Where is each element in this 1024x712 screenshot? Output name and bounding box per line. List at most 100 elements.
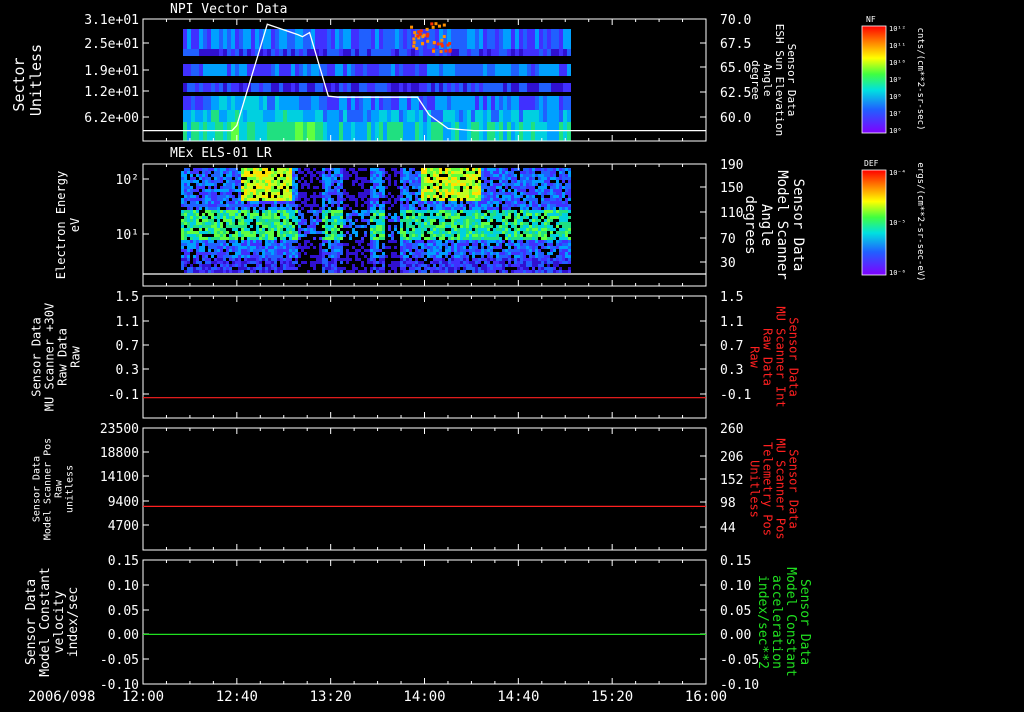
heatmap-cell: [370, 249, 373, 252]
heatmap-cell: [217, 252, 220, 255]
heatmap-cell: [247, 110, 251, 122]
heatmap-cell: [361, 195, 364, 198]
heatmap-cell: [289, 168, 292, 171]
heatmap-cell: [190, 207, 193, 210]
heatmap-cell: [310, 180, 313, 183]
heatmap-cell: [433, 225, 436, 228]
heatmap-cell: [199, 246, 202, 249]
heatmap-cell: [187, 231, 190, 234]
heatmap-cell: [567, 29, 571, 49]
heatmap-cell: [379, 180, 382, 183]
panel-4-ylabel: Sensor DataModel Scanner PosRawunitless: [32, 438, 76, 540]
heatmap-cell: [448, 231, 451, 234]
heatmap-cell: [295, 261, 298, 264]
heatmap-cell: [371, 83, 375, 92]
heatmap-cell: [455, 64, 459, 76]
heatmap-cell: [529, 240, 532, 243]
heatmap-cell: [190, 243, 193, 246]
heatmap-cell: [431, 122, 435, 141]
heatmap-cell: [491, 49, 495, 56]
heatmap-cell: [520, 234, 523, 237]
heatmap-cell: [205, 231, 208, 234]
heatmap-cell: [547, 243, 550, 246]
heatmap-cell: [255, 29, 259, 49]
heatmap-cell: [403, 249, 406, 252]
heatmap-cell: [292, 249, 295, 252]
heatmap-cell: [205, 219, 208, 222]
heatmap-cell: [406, 171, 409, 174]
heatmap-cell: [208, 201, 211, 204]
heatmap-cell: [400, 270, 403, 273]
heatmap-cell: [427, 49, 431, 56]
heatmap-cell: [532, 189, 535, 192]
heatmap-cell: [241, 237, 244, 240]
heatmap-cell: [279, 49, 283, 56]
heatmap-cell: [304, 198, 307, 201]
heatmap-cell: [519, 64, 523, 76]
heatmap-cell: [454, 222, 457, 225]
heatmap-cell: [187, 213, 190, 216]
heatmap-cell: [559, 249, 562, 252]
heatmap-cell: [313, 225, 316, 228]
heatmap-cell: [514, 252, 517, 255]
heatmap-cell: [367, 222, 370, 225]
heatmap-cell: [484, 186, 487, 189]
heatmap-cell: [491, 96, 495, 110]
panel-2-right-ticks: 1901501107030: [700, 158, 743, 271]
heatmap-cell: [529, 183, 532, 186]
heatmap-cell: [223, 195, 226, 198]
heatmap-cell: [427, 255, 430, 258]
heatmap-cell: [307, 110, 311, 122]
heatmap-cell: [337, 234, 340, 237]
heatmap-cell: [412, 246, 415, 249]
heatmap-cell: [538, 228, 541, 231]
heatmap-cell: [286, 258, 289, 261]
heatmap-cell: [523, 255, 526, 258]
heatmap-cell: [349, 213, 352, 216]
heatmap-cell: [523, 207, 526, 210]
heatmap-cell: [394, 270, 397, 273]
heatmap-cell: [292, 261, 295, 264]
heatmap-cell: [412, 213, 415, 216]
heatmap-cell: [487, 261, 490, 264]
heatmap-cell: [251, 122, 255, 141]
heatmap-cell: [487, 246, 490, 249]
heatmap-cell: [310, 177, 313, 180]
heatmap-cell: [523, 249, 526, 252]
heatmap-cell: [403, 246, 406, 249]
heatmap-cell: [247, 29, 251, 49]
heatmap-cell: [340, 267, 343, 270]
heatmap-cell: [502, 258, 505, 261]
heatmap-cell: [487, 231, 490, 234]
heatmap-cell: [184, 270, 187, 273]
heatmap-cell: [268, 177, 271, 180]
heatmap-cell: [304, 168, 307, 171]
heatmap-cell: [547, 237, 550, 240]
heatmap-cell: [283, 180, 286, 183]
heatmap-cell: [538, 270, 541, 273]
heatmap-cell: [427, 219, 430, 222]
heatmap-cell: [496, 174, 499, 177]
heatmap-cell: [181, 201, 184, 204]
heatmap-cell: [295, 49, 299, 56]
heatmap-cell: [490, 252, 493, 255]
heatmap-cell: [352, 198, 355, 201]
heatmap-cell: [469, 222, 472, 225]
heatmap-cell: [187, 267, 190, 270]
heatmap-cell: [412, 234, 415, 237]
heatmap-cell: [547, 246, 550, 249]
heatmap-cell: [562, 261, 565, 264]
heatmap-cell: [459, 96, 463, 110]
heatmap-cell: [436, 207, 439, 210]
heatmap-cell: [559, 228, 562, 231]
heatmap-cell: [400, 186, 403, 189]
heatmap-cell: [391, 234, 394, 237]
heatmap-cell: [268, 201, 271, 204]
heatmap-cell: [541, 222, 544, 225]
heatmap-cell: [229, 180, 232, 183]
heatmap-cell: [202, 267, 205, 270]
heatmap-cell: [388, 201, 391, 204]
heatmap-cell: [187, 216, 190, 219]
heatmap-cell: [412, 204, 415, 207]
heatmap-cell: [235, 180, 238, 183]
